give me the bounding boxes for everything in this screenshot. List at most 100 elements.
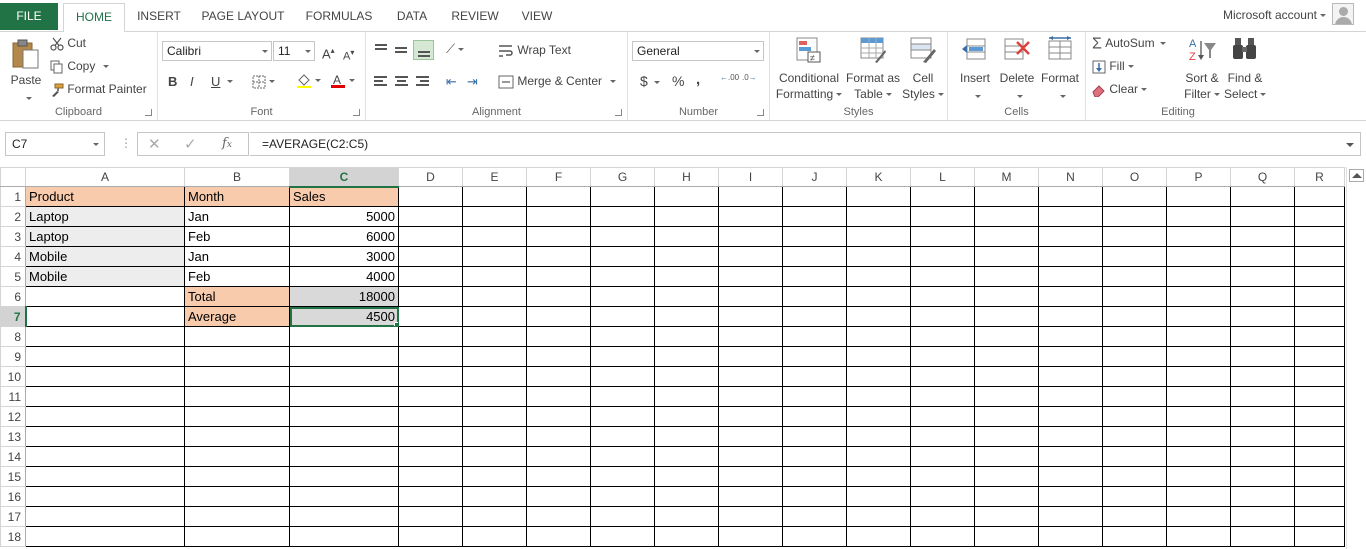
cell-b6[interactable]: Total [184,286,290,307]
cell-n1[interactable] [1038,186,1103,207]
cell-e13[interactable] [462,426,527,447]
cell-m10[interactable] [974,366,1039,387]
cell-l4[interactable] [910,246,975,267]
cell-p5[interactable] [1166,266,1231,287]
cell-m13[interactable] [974,426,1039,447]
row-header[interactable]: 8 [0,326,26,347]
cell-o14[interactable] [1102,446,1167,467]
cell-e3[interactable] [462,226,527,247]
orientation-button[interactable]: ⟋ [446,41,465,57]
more-options-icon[interactable]: ⋮ [120,136,132,150]
cell-j12[interactable] [782,406,847,427]
column-header-n[interactable]: N [1038,167,1103,187]
underline-dropdown[interactable] [224,74,233,89]
cell-i1[interactable] [718,186,783,207]
cell-styles-button[interactable]: Cell Styles [902,36,944,101]
row-header[interactable]: 9 [0,346,26,367]
cell-o11[interactable] [1102,386,1167,407]
cell-e10[interactable] [462,366,527,387]
cell-i5[interactable] [718,266,783,287]
cell-q4[interactable] [1230,246,1295,267]
cell-p2[interactable] [1166,206,1231,227]
cell-r4[interactable] [1294,246,1345,267]
column-header-h[interactable]: H [654,167,719,187]
cell-l14[interactable] [910,446,975,467]
cell-c14[interactable] [289,446,399,467]
cell-c16[interactable] [289,486,399,507]
align-top-button[interactable] [373,41,389,57]
cell-r17[interactable] [1294,506,1345,527]
cell-c5[interactable]: 4000 [289,266,399,287]
cell-e9[interactable] [462,346,527,367]
cell-k7[interactable] [846,306,911,327]
column-header-k[interactable]: K [846,167,911,187]
cell-e2[interactable] [462,206,527,227]
cell-p1[interactable] [1166,186,1231,207]
cell-b8[interactable] [184,326,290,347]
cell-c9[interactable] [289,346,399,367]
cell-j5[interactable] [782,266,847,287]
cell-a12[interactable] [25,406,185,427]
cell-g4[interactable] [590,246,655,267]
cell-h14[interactable] [654,446,719,467]
cell-h8[interactable] [654,326,719,347]
cell-m8[interactable] [974,326,1039,347]
cell-o13[interactable] [1102,426,1167,447]
cell-k6[interactable] [846,286,911,307]
cell-i9[interactable] [718,346,783,367]
cell-l11[interactable] [910,386,975,407]
cell-k9[interactable] [846,346,911,367]
cell-j14[interactable] [782,446,847,467]
cell-m18[interactable] [974,526,1039,547]
cell-h7[interactable] [654,306,719,327]
cell-k5[interactable] [846,266,911,287]
cell-l9[interactable] [910,346,975,367]
cell-j11[interactable] [782,386,847,407]
cell-m3[interactable] [974,226,1039,247]
cell-d6[interactable] [398,286,463,307]
cell-p18[interactable] [1166,526,1231,547]
cell-p15[interactable] [1166,466,1231,487]
cell-d18[interactable] [398,526,463,547]
cell-a5[interactable]: Mobile [25,266,185,287]
increase-indent-button[interactable]: ⇥ [467,74,478,89]
cell-o15[interactable] [1102,466,1167,487]
cell-j15[interactable] [782,466,847,487]
cell-d2[interactable] [398,206,463,227]
cell-c12[interactable] [289,406,399,427]
cell-g12[interactable] [590,406,655,427]
cell-r16[interactable] [1294,486,1345,507]
cell-d12[interactable] [398,406,463,427]
cell-q13[interactable] [1230,426,1295,447]
column-header-b[interactable]: B [184,167,290,187]
number-format-dropdown[interactable]: General [632,41,764,61]
insert-cells-button[interactable]: Insert [954,36,996,100]
cell-i7[interactable] [718,306,783,327]
cell-q9[interactable] [1230,346,1295,367]
cell-i16[interactable] [718,486,783,507]
cell-q3[interactable] [1230,226,1295,247]
cell-a7[interactable] [25,306,185,327]
cell-m2[interactable] [974,206,1039,227]
cell-q12[interactable] [1230,406,1295,427]
cell-n14[interactable] [1038,446,1103,467]
cell-l10[interactable] [910,366,975,387]
cell-l6[interactable] [910,286,975,307]
cell-a17[interactable] [25,506,185,527]
cell-h1[interactable] [654,186,719,207]
cell-f7[interactable] [526,306,591,327]
cell-d5[interactable] [398,266,463,287]
tab-page-layout[interactable]: PAGE LAYOUT [196,3,290,30]
tab-view[interactable]: VIEW [512,3,562,30]
cell-h18[interactable] [654,526,719,547]
column-header-d[interactable]: D [398,167,463,187]
dialog-launcher-icon[interactable] [757,109,764,116]
paste-button[interactable]: Paste [6,36,46,101]
row-header[interactable]: 5 [0,266,26,287]
cell-f15[interactable] [526,466,591,487]
tab-review[interactable]: REVIEW [446,3,504,30]
cell-a1[interactable]: Product [25,186,185,207]
align-center-button[interactable] [394,74,410,90]
italic-button[interactable]: I [190,74,194,89]
cell-b4[interactable]: Jan [184,246,290,267]
